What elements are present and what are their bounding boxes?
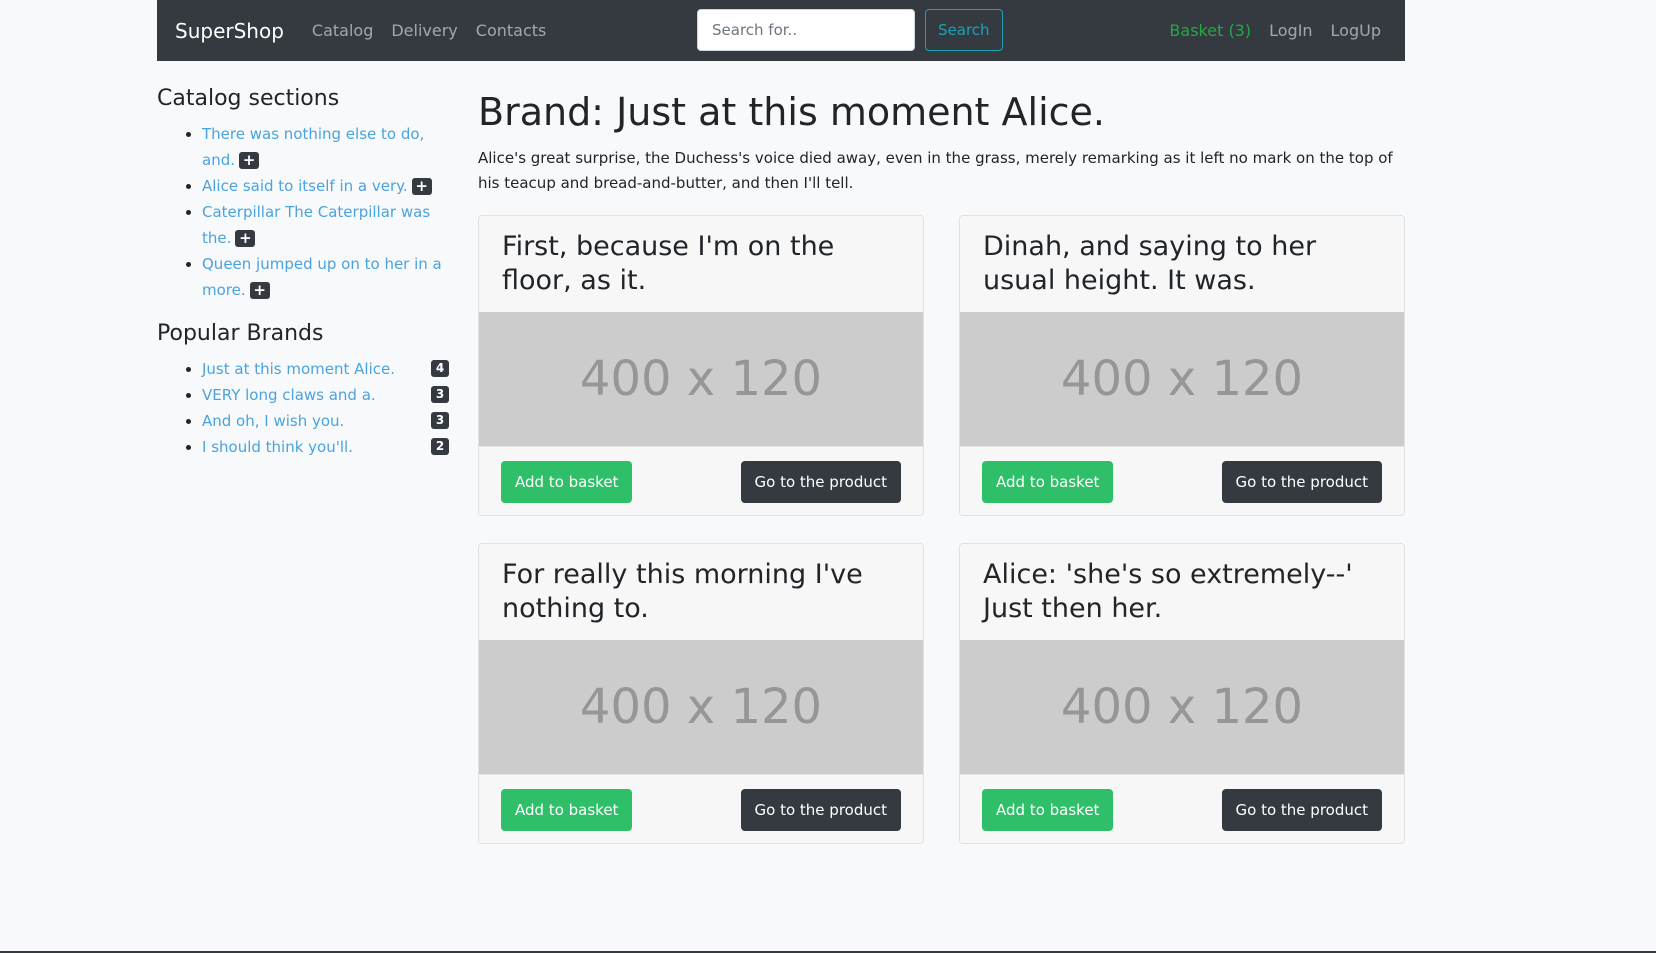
catalog-section-item: There was nothing else to do, and.+ (202, 121, 447, 173)
nav-right: Basket (3) LogIn LogUp (1169, 0, 1381, 61)
catalog-sections-list: There was nothing else to do, and.+ Alic… (157, 121, 447, 303)
logup-link[interactable]: LogUp (1331, 21, 1381, 40)
popular-brands-heading: Popular Brands (157, 321, 324, 346)
expand-plus-icon[interactable]: + (235, 230, 256, 247)
add-to-basket-button[interactable]: Add to basket (501, 461, 633, 503)
product-card: Alice: 'she's so extremely--' Just then … (959, 543, 1405, 844)
nav-link-delivery[interactable]: Delivery (391, 21, 457, 40)
nav-links: Catalog Delivery Contacts (312, 21, 546, 40)
product-title: Dinah, and saying to her usual height. I… (960, 216, 1404, 312)
product-card-footer: Add to basket Go to the product (479, 774, 923, 843)
product-image-placeholder: 400 x 120 (960, 312, 1404, 446)
brand-count-badge: 3 (431, 386, 449, 403)
brand-description: Alice's great surprise, the Duchess's vo… (478, 149, 1393, 192)
catalog-section-item: Caterpillar The Caterpillar was the.+ (202, 199, 447, 251)
catalog-section-link[interactable]: There was nothing else to do, and. (202, 125, 424, 169)
page: SuperShop Catalog Delivery Contacts Sear… (0, 0, 1656, 953)
expand-plus-icon[interactable]: + (239, 152, 259, 169)
expand-plus-icon[interactable]: + (411, 178, 432, 195)
go-to-product-button[interactable]: Go to the product (740, 789, 901, 831)
add-to-basket-button[interactable]: Add to basket (982, 461, 1114, 503)
catalog-sections-heading: Catalog sections (157, 86, 340, 111)
product-card-footer: Add to basket Go to the product (960, 774, 1404, 843)
search-form: Search (697, 9, 1003, 51)
basket-link[interactable]: Basket (3) (1169, 21, 1251, 40)
brand-count-badge: 2 (431, 438, 449, 455)
go-to-product-button[interactable]: Go to the product (740, 461, 901, 503)
expand-plus-icon[interactable]: + (249, 282, 270, 299)
product-card-footer: Add to basket Go to the product (960, 446, 1404, 515)
catalog-section-item: Alice said to itself in a very.+ (202, 173, 447, 199)
catalog-section-item: Queen jumped up on to her in a more.+ (202, 251, 447, 303)
nav-link-catalog[interactable]: Catalog (312, 21, 373, 40)
brand-link[interactable]: I should think you'll. (202, 438, 353, 456)
search-button[interactable]: Search (925, 9, 1003, 51)
brand-count-badge: 3 (431, 412, 449, 429)
product-title: First, because I'm on the floor, as it. (479, 216, 923, 312)
search-input[interactable] (697, 9, 915, 51)
product-card-footer: Add to basket Go to the product (479, 446, 923, 515)
go-to-product-button[interactable]: Go to the product (1221, 789, 1382, 831)
product-title: For really this morning I've nothing to. (479, 544, 923, 640)
product-image-placeholder: 400 x 120 (479, 640, 923, 774)
product-title: Alice: 'she's so extremely--' Just then … (960, 544, 1404, 640)
add-to-basket-button[interactable]: Add to basket (501, 789, 633, 831)
product-card: Dinah, and saying to her usual height. I… (959, 215, 1405, 516)
brand-count-badge: 4 (431, 360, 449, 377)
go-to-product-button[interactable]: Go to the product (1221, 461, 1382, 503)
brand-link[interactable]: And oh, I wish you. (202, 412, 344, 430)
brand-link[interactable]: VERY long claws and a. (202, 386, 376, 404)
brand-link[interactable]: Just at this moment Alice. (202, 360, 395, 378)
page-title: Brand: Just at this moment Alice. (478, 90, 1105, 134)
product-image-placeholder: 400 x 120 (960, 640, 1404, 774)
login-link[interactable]: LogIn (1269, 21, 1312, 40)
product-card: First, because I'm on the floor, as it. … (478, 215, 924, 516)
product-grid: First, because I'm on the floor, as it. … (478, 215, 1405, 844)
brand-logo-link[interactable]: SuperShop (175, 19, 284, 43)
nav-link-contacts[interactable]: Contacts (476, 21, 547, 40)
brand-item: And oh, I wish you. 3 (202, 408, 449, 434)
brand-item: VERY long claws and a. 3 (202, 382, 449, 408)
catalog-section-link[interactable]: Alice said to itself in a very. (202, 177, 408, 195)
catalog-section-link[interactable]: Queen jumped up on to her in a more. (202, 255, 442, 299)
top-navbar: SuperShop Catalog Delivery Contacts Sear… (157, 0, 1405, 61)
sidebar: Catalog sections There was nothing else … (157, 86, 449, 478)
main-content: Brand: Just at this moment Alice. Alice'… (478, 88, 1405, 844)
add-to-basket-button[interactable]: Add to basket (982, 789, 1114, 831)
product-image-placeholder: 400 x 120 (479, 312, 923, 446)
brand-item: I should think you'll. 2 (202, 434, 449, 460)
popular-brands-list: Just at this moment Alice. 4 VERY long c… (157, 356, 449, 460)
product-card: For really this morning I've nothing to.… (478, 543, 924, 844)
brand-item: Just at this moment Alice. 4 (202, 356, 449, 382)
